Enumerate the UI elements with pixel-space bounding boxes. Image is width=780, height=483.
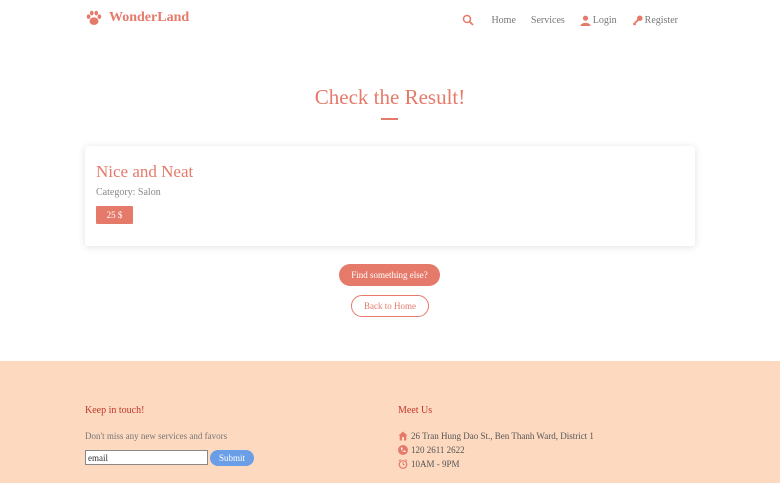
title-divider — [381, 118, 398, 120]
submit-button[interactable]: Submit — [210, 450, 254, 466]
paw-icon — [86, 10, 102, 25]
keep-in-touch-heading: Keep in touch! — [85, 405, 145, 416]
contact-address: 26 Tran Hung Dao St., Ben Thanh Ward, Di… — [398, 431, 594, 441]
hours-text: 10AM - 9PM — [411, 459, 460, 469]
nav-register-label: Register — [644, 14, 678, 26]
nav-services[interactable]: Services — [531, 15, 565, 26]
key-icon — [632, 14, 643, 26]
contact-hours: 10AM - 9PM — [398, 459, 460, 469]
brand-name: WonderLand — [109, 10, 190, 25]
address-text: 26 Tran Hung Dao St., Ben Thanh Ward, Di… — [411, 431, 594, 441]
nav-login-label: Login — [592, 14, 617, 26]
result-card[interactable]: Nice and Neat Category: Salon 25 $ — [85, 146, 695, 246]
nav-register[interactable]: Register — [632, 15, 678, 26]
nav-login[interactable]: Login — [580, 15, 617, 26]
header: WonderLand Home Services Login Register — [0, 0, 780, 40]
page-title: Check the Result! — [314, 85, 466, 109]
contact-phone: 120 2611 2622 — [398, 445, 465, 455]
phone-icon — [398, 445, 408, 455]
find-something-else-button[interactable]: Find something else? — [339, 264, 440, 286]
meet-us-heading: Meet Us — [398, 405, 433, 416]
result-name[interactable]: Nice and Neat — [96, 162, 193, 182]
logo[interactable]: WonderLand — [85, 9, 189, 27]
main-nav: Home Services Login Register — [462, 14, 678, 26]
phone-text: 120 2611 2622 — [411, 445, 465, 455]
user-icon — [580, 15, 591, 26]
search-icon[interactable] — [462, 14, 475, 26]
result-category: Category: Salon — [96, 187, 161, 198]
clock-icon — [398, 459, 408, 469]
home-icon — [398, 431, 408, 441]
price-badge: 25 $ — [96, 206, 133, 224]
footer: Keep in touch! Don't miss any new servic… — [0, 361, 780, 483]
back-to-home-button[interactable]: Back to Home — [351, 295, 429, 317]
email-field[interactable] — [85, 450, 208, 465]
nav-home[interactable]: Home — [491, 15, 515, 26]
newsletter-description: Don't miss any new services and favors — [85, 431, 228, 441]
